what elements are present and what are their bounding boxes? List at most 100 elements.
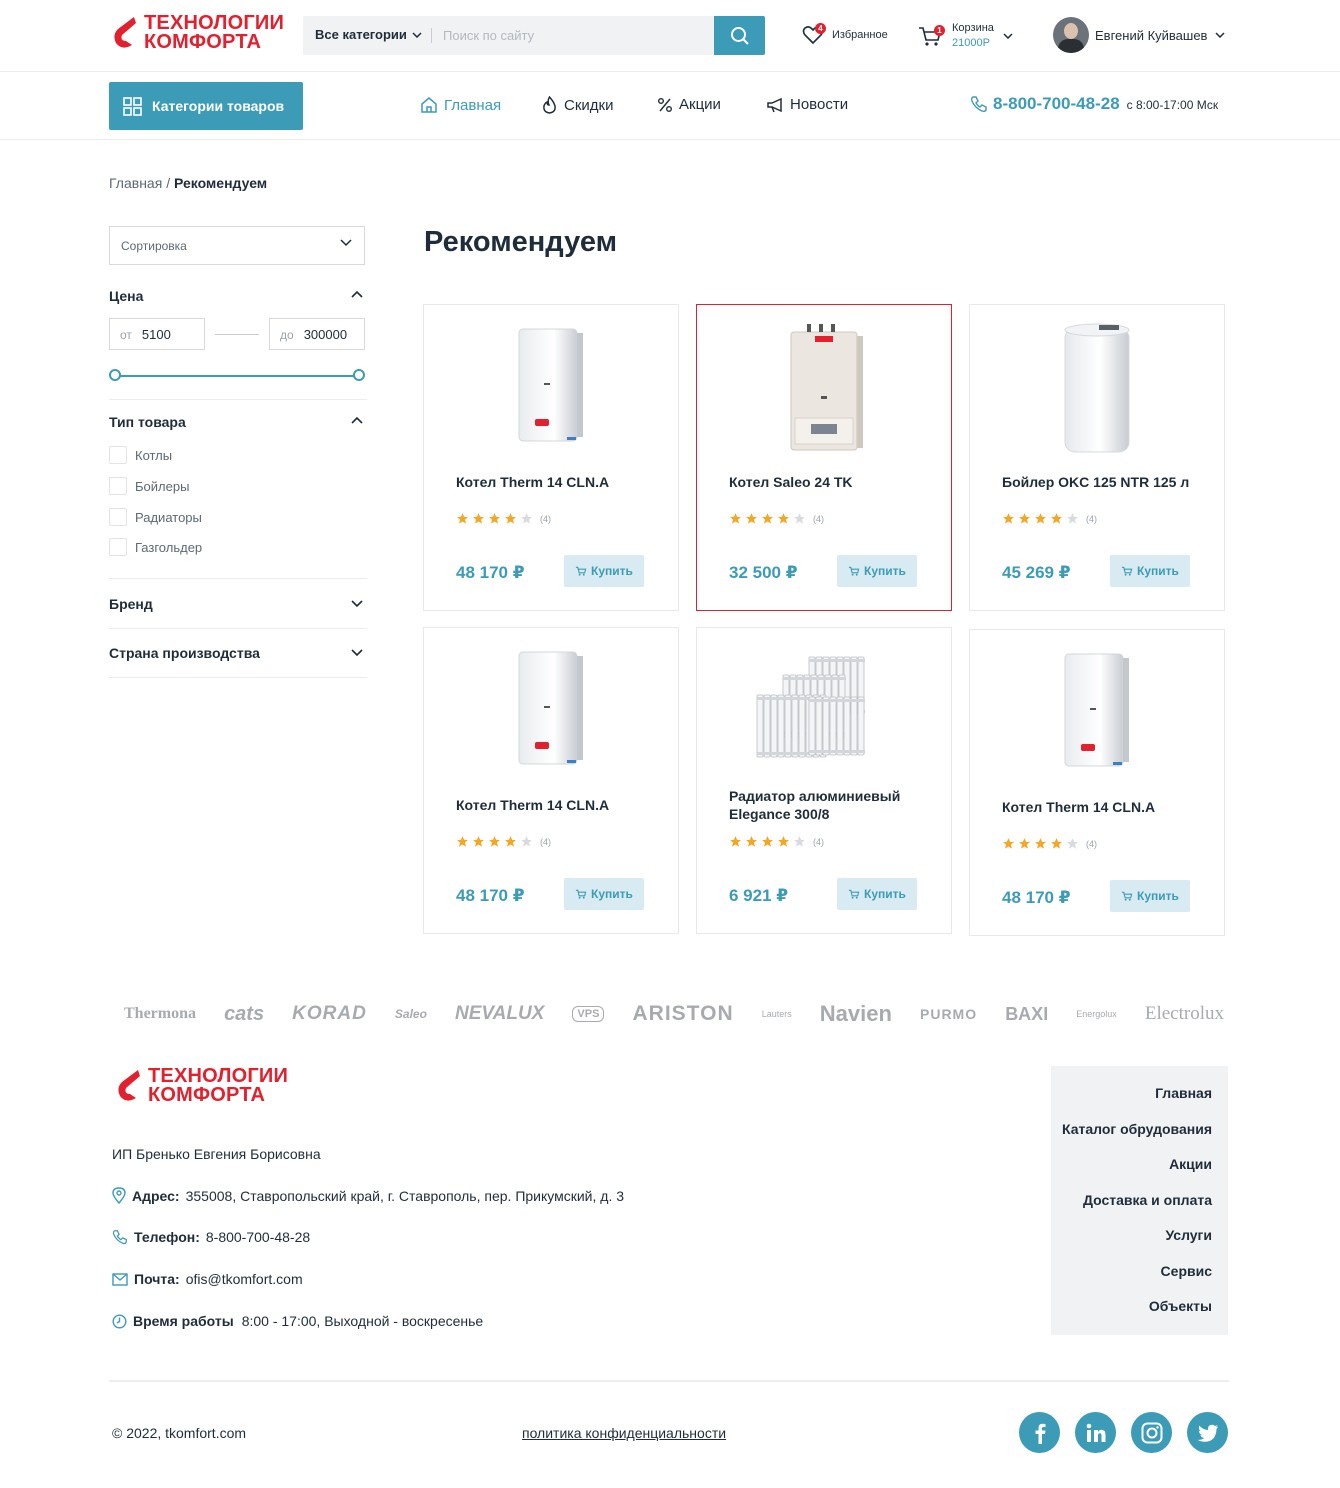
type-option-label: Котлы xyxy=(135,447,173,463)
product-price: 48 170 ₽ xyxy=(1002,888,1071,907)
brand-logo[interactable]: Electrolux xyxy=(1145,1003,1224,1025)
cart-total: 21000Р xyxy=(952,37,990,49)
type-option-gas-tank[interactable]: Газгольдер xyxy=(109,538,202,556)
type-filter-header[interactable]: Тип товара xyxy=(109,414,365,430)
product-name[interactable]: Котел Therm 14 CLN.A xyxy=(1002,798,1202,816)
product-name[interactable]: Котел Saleo 24 TK xyxy=(729,473,929,491)
logo-mark-icon xyxy=(110,15,140,51)
breadcrumb-home[interactable]: Главная xyxy=(109,175,162,191)
buy-button[interactable]: Купить xyxy=(564,555,644,587)
brand-logo[interactable]: KORAD xyxy=(292,1003,367,1025)
type-option-water-heaters[interactable]: Бойлеры xyxy=(109,477,189,495)
product-name[interactable]: Радиатор алюминиевый Elegance 300/8 xyxy=(729,787,929,823)
brand-logo[interactable]: ARISTON xyxy=(633,1002,734,1026)
star-icon xyxy=(762,513,773,524)
product-image[interactable] xyxy=(424,313,678,463)
type-option-boilers[interactable]: Котлы xyxy=(109,446,172,464)
star-icon xyxy=(746,836,757,847)
category-select[interactable]: Все категории xyxy=(315,27,422,42)
checkbox[interactable] xyxy=(109,508,127,526)
favorites-link[interactable]: 4 Избранное xyxy=(802,23,888,46)
buy-button[interactable]: Купить xyxy=(837,878,917,910)
linkedin-button[interactable] xyxy=(1075,1412,1116,1453)
star-icon xyxy=(505,513,516,524)
search-input[interactable]: Поиск по сайту xyxy=(443,28,534,43)
sort-select[interactable]: Сортировка xyxy=(109,226,365,265)
product-image[interactable] xyxy=(697,313,951,463)
product-image[interactable] xyxy=(424,636,678,786)
buy-button[interactable]: Купить xyxy=(1110,880,1190,912)
footer-menu-item[interactable]: Объекты xyxy=(1149,1298,1212,1314)
brand-logo[interactable]: Lauters xyxy=(762,1009,792,1019)
cart-icon xyxy=(1121,566,1133,576)
product-card[interactable]: Котел Therm 14 CLN.A (4) 48 170 ₽ Купить xyxy=(423,627,679,934)
country-filter-header[interactable]: Страна производства xyxy=(109,645,365,661)
nav-link-discounts[interactable]: Скидки xyxy=(541,96,613,114)
buy-button[interactable]: Купить xyxy=(1110,555,1190,587)
nav-link-news[interactable]: Новости xyxy=(766,96,848,113)
user-menu[interactable]: Евгений Куйвашев xyxy=(1053,17,1225,53)
checkbox[interactable] xyxy=(109,477,127,495)
brand-logo[interactable]: BAXI xyxy=(1005,1004,1048,1025)
product-card[interactable]: Котел Therm 14 CLN.A (4) 48 170 ₽ Купить xyxy=(969,629,1225,936)
cart-link[interactable]: 1 Корзина 21000Р xyxy=(917,21,1013,51)
cart-label: Корзина xyxy=(952,22,994,34)
footer-phone-value[interactable]: 8-800-700-48-28 xyxy=(206,1229,310,1245)
brand-logo[interactable]: VPS xyxy=(572,1006,605,1022)
radiator-image xyxy=(756,656,865,758)
footer-menu-item[interactable]: Акции xyxy=(1169,1156,1212,1172)
footer-email-value[interactable]: ofis@tkomfort.com xyxy=(186,1271,303,1287)
product-name[interactable]: Котел Therm 14 CLN.A xyxy=(456,473,656,491)
footer-menu-item[interactable]: Главная xyxy=(1155,1085,1212,1101)
price-range-dash xyxy=(215,334,259,335)
product-image[interactable] xyxy=(970,638,1224,788)
privacy-policy-link[interactable]: политика конфиденциальности xyxy=(522,1425,726,1441)
product-card[interactable]: Котел Therm 14 CLN.A (4) 48 170 ₽ Купить xyxy=(423,304,679,611)
product-image[interactable] xyxy=(697,636,951,786)
product-card[interactable]: Радиатор алюминиевый Elegance 300/8 (4) 6 … xyxy=(696,627,952,934)
footer-menu-item[interactable]: Каталог обрудования xyxy=(1062,1121,1212,1137)
product-card[interactable]: Бойлер OKC 125 NTR 125 л (4) 45 269 ₽ Купит… xyxy=(969,304,1225,611)
brand-logo[interactable]: Saleo xyxy=(395,1007,427,1021)
search-button[interactable] xyxy=(714,16,765,55)
footer-logo[interactable]: ТЕХНОЛОГИИ КОМФОРТА xyxy=(114,1066,288,1105)
brand-filter-header[interactable]: Бренд xyxy=(109,596,365,612)
checkbox[interactable] xyxy=(109,446,127,464)
type-option-radiators[interactable]: Радиаторы xyxy=(109,508,202,526)
price-from-input[interactable]: от 5100 xyxy=(109,318,205,350)
nav-link-promotions[interactable]: Акции xyxy=(657,96,721,113)
twitter-button[interactable] xyxy=(1187,1412,1228,1453)
footer-menu-item[interactable]: Услуги xyxy=(1165,1227,1212,1243)
product-name[interactable]: Котел Therm 14 CLN.A xyxy=(456,796,656,814)
brand-logo[interactable]: NEVALUX xyxy=(455,1003,544,1025)
price-range-max-handle[interactable] xyxy=(353,369,365,381)
instagram-button[interactable] xyxy=(1131,1412,1172,1453)
footer-address: Адрес: 355008, Ставропольский край, г. С… xyxy=(112,1187,624,1204)
product-image[interactable] xyxy=(970,313,1224,463)
site-logo[interactable]: ТЕХНОЛОГИИ КОМФОРТА xyxy=(110,13,284,52)
star-icon xyxy=(457,836,468,847)
product-name[interactable]: Бойлер OKC 125 NTR 125 л xyxy=(1002,473,1202,491)
brand-logo[interactable]: Energolux xyxy=(1076,1009,1117,1019)
footer-hours-value: 8:00 - 17:00, Выходной - воскресенье xyxy=(241,1313,484,1329)
checkbox[interactable] xyxy=(109,538,127,556)
brand-logo[interactable]: cats xyxy=(224,1003,264,1026)
brand-logo[interactable]: Thermona xyxy=(124,1005,196,1023)
footer-menu-item[interactable]: Сервис xyxy=(1161,1263,1212,1279)
product-card[interactable]: Котел Saleo 24 TK (4) 32 500 ₽ Купить xyxy=(696,304,952,611)
brand-logo[interactable]: Navien xyxy=(820,1001,892,1027)
header-phone[interactable]: 8-800-700-48-28 с 8:00-17:00 Мск xyxy=(970,94,1218,114)
avatar xyxy=(1053,17,1089,53)
categories-button[interactable]: Категории товаров xyxy=(109,82,303,130)
price-filter-header[interactable]: Цена xyxy=(109,288,365,304)
price-to-input[interactable]: до 300000 xyxy=(269,318,365,350)
buy-button-label: Купить xyxy=(1137,889,1179,903)
buy-button[interactable]: Купить xyxy=(564,878,644,910)
nav-link-home[interactable]: Главная xyxy=(420,96,501,114)
price-range-min-handle[interactable] xyxy=(109,369,121,381)
buy-button[interactable]: Купить xyxy=(837,555,917,587)
footer-menu-item[interactable]: Доставка и оплата xyxy=(1083,1192,1212,1208)
search-icon xyxy=(730,26,749,45)
brand-logo[interactable]: PURMO xyxy=(920,1006,977,1022)
facebook-button[interactable] xyxy=(1019,1412,1060,1453)
